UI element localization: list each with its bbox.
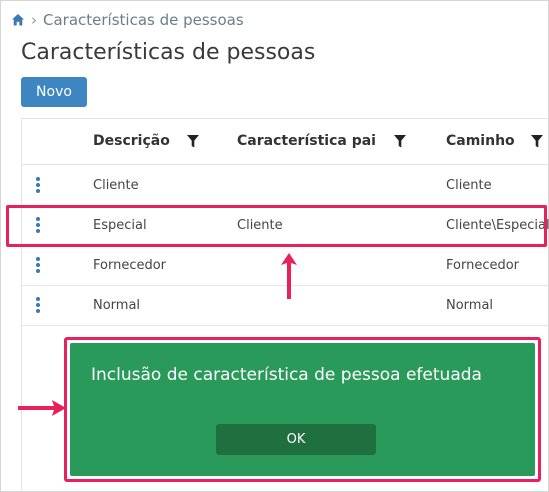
kebab-menu-icon[interactable] (36, 177, 40, 193)
cell-caminho: Cliente\Especial (446, 218, 549, 233)
kebab-menu-icon[interactable] (36, 217, 40, 233)
column-header-caracteristica-pai[interactable]: Característica pai (237, 133, 406, 149)
filter-icon[interactable] (530, 134, 543, 148)
page-title: Características de pessoas (21, 40, 316, 65)
kebab-menu-icon[interactable] (36, 257, 40, 273)
dialog-message: Inclusão de característica de pessoa efe… (91, 365, 482, 385)
cell-caminho: Cliente (446, 178, 492, 193)
table-row[interactable]: Cliente Cliente (22, 166, 549, 206)
ok-button[interactable]: OK (216, 424, 376, 455)
grid-header: Descrição Característica pai Caminho (22, 119, 549, 165)
kebab-menu-icon[interactable] (36, 297, 40, 313)
cell-descricao: Normal (93, 298, 141, 313)
cell-caminho: Fornecedor (446, 258, 520, 273)
cell-caminho: Normal (446, 298, 494, 313)
column-header-descricao[interactable]: Descrição (93, 133, 199, 149)
chevron-right-icon: › (31, 11, 37, 29)
column-header-caminho[interactable]: Caminho (446, 133, 543, 149)
cell-descricao: Fornecedor (93, 258, 167, 273)
cell-descricao: Especial (93, 218, 147, 233)
breadcrumb: › Características de pessoas (11, 10, 244, 30)
cell-caracteristica-pai: Cliente (237, 218, 283, 233)
cell-descricao: Cliente (93, 178, 139, 193)
arrow-right-icon (18, 400, 66, 416)
breadcrumb-current: Características de pessoas (43, 11, 244, 29)
filter-icon[interactable] (393, 134, 406, 148)
filter-icon[interactable] (186, 134, 199, 148)
home-icon[interactable] (11, 13, 25, 27)
new-button[interactable]: Novo (21, 77, 87, 107)
arrow-up-icon (281, 253, 297, 299)
table-row[interactable]: Especial Cliente Cliente\Especial (22, 206, 549, 246)
success-dialog: Inclusão de característica de pessoa efe… (70, 343, 535, 476)
